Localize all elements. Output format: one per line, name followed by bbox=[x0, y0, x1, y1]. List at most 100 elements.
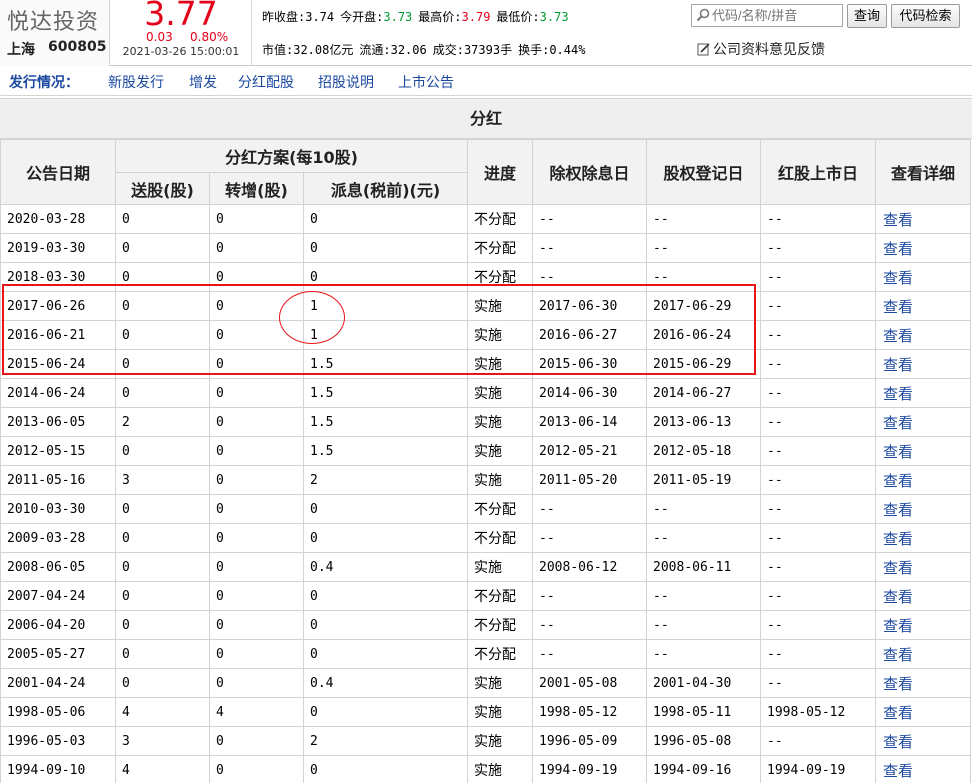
cell-listing-date: -- bbox=[760, 349, 877, 379]
cell-ex-date: 2011-05-20 bbox=[532, 465, 648, 495]
cell-progress: 实施 bbox=[467, 378, 534, 408]
cell-record-date: -- bbox=[646, 494, 762, 524]
search-input[interactable] bbox=[691, 4, 843, 27]
cell-record-date: 2015-06-29 bbox=[646, 349, 762, 379]
view-detail-link[interactable]: 查看 bbox=[883, 473, 913, 490]
view-detail-link[interactable]: 查看 bbox=[883, 386, 913, 403]
view-detail-link[interactable]: 查看 bbox=[883, 212, 913, 229]
view-detail-link[interactable]: 查看 bbox=[883, 560, 913, 577]
dividend-table: 公告日期 分红方案(每10股) 进度 除权除息日 股权登记日 红股上市日 查看详… bbox=[0, 139, 972, 783]
cell-progress: 不分配 bbox=[467, 233, 534, 263]
prev-close-label: 昨收盘: bbox=[262, 10, 306, 24]
cell-ex-date: -- bbox=[532, 610, 648, 640]
high-value: 3.79 bbox=[461, 10, 491, 24]
view-detail-link[interactable]: 查看 bbox=[883, 647, 913, 664]
query-button[interactable]: 查询 bbox=[847, 4, 887, 28]
cell-dividend: 0 bbox=[302, 581, 469, 611]
section-title: 分红 bbox=[0, 98, 972, 139]
cell-ex-date: 1994-09-19 bbox=[532, 755, 648, 783]
cell-date: 2020-03-28 bbox=[0, 204, 116, 234]
quote-row-prices: 昨收盘:3.74 今开盘:3.73 最高价:3.79 最低价:3.73 bbox=[262, 8, 569, 25]
cell-detail: 查看 bbox=[875, 610, 972, 640]
turnover-label: 换手: bbox=[518, 43, 550, 57]
view-detail-link[interactable]: 查看 bbox=[883, 415, 913, 432]
cell-detail: 查看 bbox=[875, 320, 972, 350]
low-value: 3.73 bbox=[539, 10, 569, 24]
view-detail-link[interactable]: 查看 bbox=[883, 328, 913, 345]
table-row: 2001-04-24 0 0 0.4 实施 2001-05-08 2001-04-30 -- 查… bbox=[0, 668, 972, 698]
view-detail-link[interactable]: 查看 bbox=[883, 299, 913, 316]
cell-date: 2010-03-30 bbox=[0, 494, 116, 524]
view-detail-link[interactable]: 查看 bbox=[883, 763, 913, 780]
col-header-transfer: 转增(股) bbox=[209, 172, 304, 205]
nav-link-listing-notice[interactable]: 上市公告 bbox=[398, 72, 454, 92]
table-row: 2015-06-24 0 0 1.5 实施 2015-06-30 2015-06-29 -- 查… bbox=[0, 349, 972, 379]
cell-bonus: 0 bbox=[115, 436, 210, 466]
price-change: 0.03 bbox=[146, 30, 173, 44]
cell-record-date: 1998-05-11 bbox=[646, 697, 762, 727]
view-detail-link[interactable]: 查看 bbox=[883, 676, 913, 693]
view-detail-link[interactable]: 查看 bbox=[883, 270, 913, 287]
price-box: 3.77 0.03 0.80% 2021-03-26 15:00:01 bbox=[110, 0, 252, 66]
current-price: 3.77 bbox=[144, 0, 218, 33]
cell-dividend: 0 bbox=[302, 233, 469, 263]
cell-progress: 实施 bbox=[467, 320, 534, 350]
cell-dividend: 0 bbox=[302, 755, 469, 783]
table-row: 2017-06-26 0 0 1 实施 2017-06-30 2017-06-29 -- 查看 bbox=[0, 291, 972, 321]
cell-detail: 查看 bbox=[875, 465, 972, 495]
cell-detail: 查看 bbox=[875, 291, 972, 321]
cell-date: 2012-05-15 bbox=[0, 436, 116, 466]
feedback-link[interactable]: 公司资料意见反馈 bbox=[697, 39, 825, 59]
cell-transfer: 0 bbox=[209, 755, 304, 783]
stock-header: 悦达投资 上海 600805 3.77 0.03 0.80% 2021-03-2… bbox=[0, 0, 972, 66]
cell-transfer: 0 bbox=[209, 494, 304, 524]
table-row: 2006-04-20 0 0 0 不分配 -- -- -- 查看 bbox=[0, 610, 972, 640]
cell-detail: 查看 bbox=[875, 233, 972, 263]
view-detail-link[interactable]: 查看 bbox=[883, 734, 913, 751]
cell-listing-date: -- bbox=[760, 378, 877, 408]
cell-bonus: 0 bbox=[115, 262, 210, 292]
cell-transfer: 0 bbox=[209, 407, 304, 437]
view-detail-link[interactable]: 查看 bbox=[883, 589, 913, 606]
code-search-button[interactable]: 代码检索 bbox=[891, 4, 960, 28]
cell-ex-date: 1996-05-09 bbox=[532, 726, 648, 756]
cell-bonus: 0 bbox=[115, 378, 210, 408]
stock-code: 600805 bbox=[48, 39, 107, 55]
view-detail-link[interactable]: 查看 bbox=[883, 357, 913, 374]
cell-dividend: 2 bbox=[302, 726, 469, 756]
cell-ex-date: -- bbox=[532, 204, 648, 234]
nav-link-ipo[interactable]: 新股发行 bbox=[108, 72, 164, 92]
cell-bonus: 0 bbox=[115, 233, 210, 263]
cell-transfer: 0 bbox=[209, 378, 304, 408]
cell-ex-date: -- bbox=[532, 233, 648, 263]
cell-date: 1998-05-06 bbox=[0, 697, 116, 727]
table-row: 2013-06-05 2 0 1.5 实施 2013-06-14 2013-06-13 -- 查… bbox=[0, 407, 972, 437]
open-label: 今开盘: bbox=[340, 10, 384, 24]
cell-detail: 查看 bbox=[875, 378, 972, 408]
view-detail-link[interactable]: 查看 bbox=[883, 531, 913, 548]
cell-record-date: -- bbox=[646, 610, 762, 640]
cell-record-date: -- bbox=[646, 204, 762, 234]
nav-link-prospectus[interactable]: 招股说明 bbox=[318, 72, 374, 92]
view-detail-link[interactable]: 查看 bbox=[883, 618, 913, 635]
nav-link-additional-issue[interactable]: 增发 bbox=[189, 72, 217, 92]
view-detail-link[interactable]: 查看 bbox=[883, 705, 913, 722]
cell-bonus: 0 bbox=[115, 349, 210, 379]
mktcap-value: 32.08亿元 bbox=[293, 43, 354, 57]
table-row: 2014-06-24 0 0 1.5 实施 2014-06-30 2014-06-27 -- 查… bbox=[0, 378, 972, 408]
view-detail-link[interactable]: 查看 bbox=[883, 502, 913, 519]
view-detail-link[interactable]: 查看 bbox=[883, 444, 913, 461]
table-row: 2012-05-15 0 0 1.5 实施 2012-05-21 2012-05-18 -- 查… bbox=[0, 436, 972, 466]
cell-listing-date: -- bbox=[760, 233, 877, 263]
prev-close-value: 3.74 bbox=[305, 10, 335, 24]
cell-dividend: 0 bbox=[302, 262, 469, 292]
cell-progress: 不分配 bbox=[467, 523, 534, 553]
nav-link-dividend[interactable]: 分红配股 bbox=[238, 72, 294, 92]
view-detail-link[interactable]: 查看 bbox=[883, 241, 913, 258]
cell-record-date: -- bbox=[646, 262, 762, 292]
table-row: 2019-03-30 0 0 0 不分配 -- -- -- 查看 bbox=[0, 233, 972, 263]
cell-transfer: 0 bbox=[209, 639, 304, 669]
cell-record-date: 2016-06-24 bbox=[646, 320, 762, 350]
cell-transfer: 0 bbox=[209, 523, 304, 553]
cell-bonus: 0 bbox=[115, 204, 210, 234]
